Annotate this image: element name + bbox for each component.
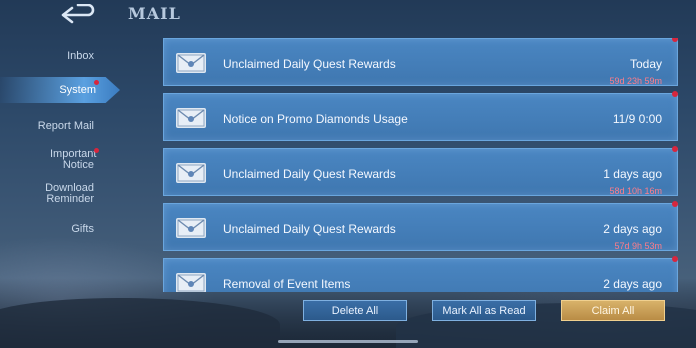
envelope-icon bbox=[176, 108, 206, 128]
envelope-icon bbox=[176, 163, 206, 183]
sidebar-item-report-mail[interactable]: Report Mail bbox=[0, 121, 120, 132]
envelope-icon bbox=[176, 53, 206, 73]
header: MAIL bbox=[0, 0, 696, 30]
mail-date: 11/9 0:00 bbox=[612, 112, 662, 126]
sidebar-item-download-reminder[interactable]: Download Reminder bbox=[0, 183, 120, 205]
sidebar-item-label: Download Reminder bbox=[45, 182, 94, 205]
unread-badge bbox=[672, 201, 678, 207]
system-badge-dot bbox=[94, 80, 99, 85]
home-indicator bbox=[278, 340, 418, 343]
sidebar-item-label: Important Notice bbox=[50, 148, 97, 171]
envelope-icon bbox=[176, 273, 206, 292]
sidebar-item-inbox[interactable]: Inbox bbox=[0, 51, 120, 62]
mark-all-read-button[interactable]: Mark All as Read bbox=[432, 300, 536, 321]
sidebar-item-label: Gifts bbox=[71, 223, 94, 235]
back-button[interactable] bbox=[34, 0, 122, 30]
unread-badge bbox=[672, 38, 678, 42]
mail-item[interactable]: Removal of Event Items 2 days ago bbox=[163, 256, 678, 292]
mail-subject: Notice on Promo Diamonds Usage bbox=[223, 112, 408, 126]
mail-date: 2 days ago bbox=[603, 277, 662, 291]
mail-expiry-timer: 59d 23h 59m bbox=[609, 76, 662, 86]
envelope-icon bbox=[176, 218, 206, 238]
mail-subject: Unclaimed Daily Quest Rewards bbox=[223, 222, 396, 236]
delete-all-button[interactable]: Delete All bbox=[303, 300, 407, 321]
unread-badge bbox=[672, 256, 678, 262]
sidebar-item-gifts[interactable]: Gifts bbox=[0, 224, 120, 235]
page-title: MAIL bbox=[128, 4, 181, 23]
mail-date: Today bbox=[629, 57, 662, 71]
mail-list[interactable]: Unclaimed Daily Quest Rewards Today 59d … bbox=[163, 38, 678, 292]
important-notice-badge-dot bbox=[94, 148, 99, 153]
sidebar-item-important-notice[interactable]: Important Notice bbox=[0, 149, 120, 171]
mail-date: 2 days ago bbox=[603, 222, 662, 236]
sidebar-item-label: Inbox bbox=[67, 50, 94, 62]
mail-subject: Unclaimed Daily Quest Rewards bbox=[223, 167, 396, 181]
mail-item[interactable]: Unclaimed Daily Quest Rewards 1 days ago… bbox=[163, 146, 678, 196]
sidebar-item-label: Report Mail bbox=[37, 120, 94, 132]
mail-date: 1 days ago bbox=[603, 167, 662, 181]
sidebar-item-label: System bbox=[59, 83, 96, 96]
sidebar-item-system[interactable]: System bbox=[0, 77, 120, 103]
claim-all-button[interactable]: Claim All bbox=[561, 300, 665, 321]
mail-expiry-timer: 57d 9h 53m bbox=[614, 241, 662, 251]
mail-item[interactable]: Unclaimed Daily Quest Rewards Today 59d … bbox=[163, 38, 678, 86]
unread-badge bbox=[672, 146, 678, 152]
mail-subject: Unclaimed Daily Quest Rewards bbox=[223, 57, 396, 71]
mail-expiry-timer: 58d 10h 16m bbox=[609, 186, 662, 196]
mail-subject: Removal of Event Items bbox=[223, 277, 351, 291]
mail-item[interactable]: Unclaimed Daily Quest Rewards 2 days ago… bbox=[163, 201, 678, 251]
back-arrow-icon bbox=[61, 4, 95, 24]
unread-badge bbox=[672, 91, 678, 97]
mail-item[interactable]: Notice on Promo Diamonds Usage 11/9 0:00 bbox=[163, 91, 678, 141]
sidebar: Inbox System Report Mail Important Notic… bbox=[0, 38, 160, 248]
